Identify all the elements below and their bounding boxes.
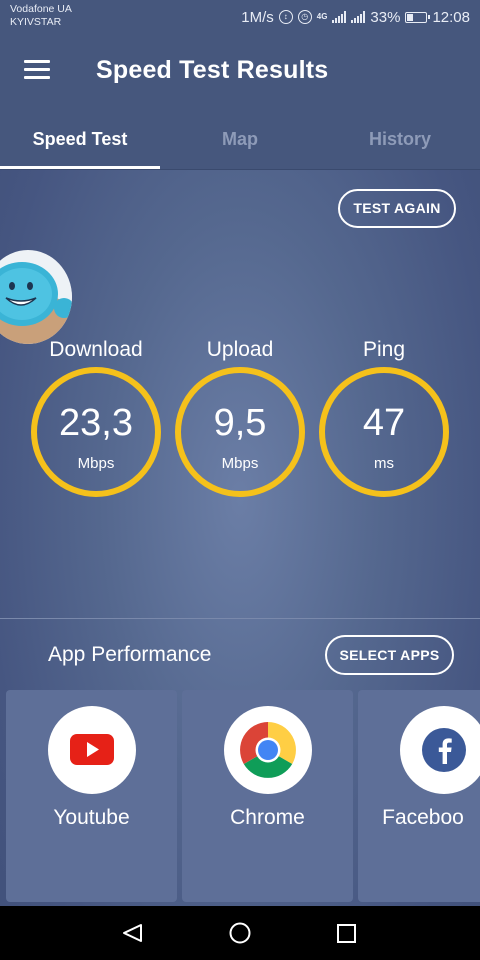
youtube-icon-circle: [48, 706, 136, 794]
mascot-avatar[interactable]: [0, 250, 72, 344]
app-performance-title: App Performance: [48, 643, 212, 666]
home-circle-icon[interactable]: [229, 922, 251, 944]
app-card-facebook[interactable]: Faceboo: [358, 690, 480, 902]
facebook-icon-circle: [400, 706, 480, 794]
app-card-chrome[interactable]: Chrome: [182, 690, 353, 902]
nav-icons: [123, 922, 356, 944]
signal-icon: [332, 11, 347, 23]
data-saver-icon: ↕: [278, 10, 293, 24]
tab-speed-test[interactable]: Speed Test: [0, 106, 160, 170]
select-apps-button[interactable]: SELECT APPS: [325, 635, 454, 675]
app-name-youtube: Youtube: [53, 806, 130, 829]
app-name-chrome: Chrome: [230, 806, 305, 829]
system-navigation-bar: [0, 906, 480, 960]
download-gauge: 23,3 Mbps: [31, 367, 161, 497]
active-tab-indicator: [0, 166, 160, 169]
upload-value: 9,5: [213, 402, 267, 444]
facebook-icon: [422, 728, 466, 772]
alarm-icon: ◷: [297, 10, 312, 24]
tab-bar: Speed Test Map History: [0, 106, 480, 170]
carrier-info: Vodafone UA KYIVSTAR: [10, 3, 72, 29]
youtube-icon: [70, 734, 114, 765]
carrier-secondary: KYIVSTAR: [10, 16, 62, 28]
ping-label: Ping: [362, 338, 406, 361]
ping-gauge: 47 ms: [319, 367, 449, 497]
battery-icon: [405, 11, 431, 23]
app-card-youtube[interactable]: Youtube: [6, 690, 177, 902]
test-again-button[interactable]: TEST AGAIN: [338, 189, 456, 228]
upload-label: Upload: [206, 338, 274, 361]
upload-unit: Mbps: [221, 455, 259, 472]
carrier-primary: Vodafone UA: [10, 3, 72, 15]
status-indicators: 1M/s ↕ ◷ 4G 33% 12:08: [241, 8, 470, 26]
download-label: Download: [49, 338, 143, 361]
ping-unit: ms: [374, 455, 394, 472]
download-unit: Mbps: [77, 455, 115, 472]
page-title: Speed Test Results: [96, 56, 329, 84]
upload-gauge: 9,5 Mbps: [175, 367, 305, 497]
app-bar: Speed Test Results: [0, 34, 480, 106]
network-type: 4G: [316, 12, 328, 21]
app-name-facebook: Faceboo: [382, 806, 464, 829]
recents-square-icon[interactable]: [337, 924, 356, 943]
chrome-icon-circle: [224, 706, 312, 794]
section-divider: [0, 618, 480, 619]
ping-value: 47: [362, 402, 406, 444]
tab-map[interactable]: Map: [160, 106, 320, 170]
clock: 12:08: [432, 8, 470, 26]
chrome-icon: [240, 722, 296, 778]
status-bar: Vodafone UA KYIVSTAR 1M/s ↕ ◷ 4G 33% 12:…: [0, 0, 480, 34]
mascot-icon: [0, 253, 72, 344]
network-speed: 1M/s: [241, 8, 274, 26]
download-value: 23,3: [59, 402, 133, 444]
back-triangle-icon[interactable]: [123, 924, 142, 942]
speed-test-screen: Vodafone UA KYIVSTAR 1M/s ↕ ◷ 4G 33% 12:…: [0, 0, 480, 906]
signal-icon-2: [351, 11, 366, 23]
hamburger-menu-icon[interactable]: [24, 60, 50, 80]
battery-percent: 33%: [370, 8, 401, 26]
tab-history[interactable]: History: [320, 106, 480, 170]
